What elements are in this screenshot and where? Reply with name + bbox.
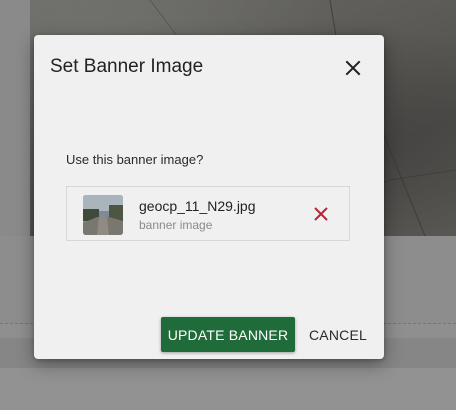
set-banner-dialog: Set Banner Image Use this banner image? …: [34, 35, 384, 359]
remove-icon: [314, 207, 328, 221]
update-banner-button[interactable]: UPDATE BANNER: [161, 317, 295, 352]
file-name: geocp_11_N29.jpg: [139, 198, 256, 214]
confirm-prompt: Use this banner image?: [66, 152, 204, 167]
close-icon: [345, 60, 361, 76]
page-background-left: [0, 0, 30, 236]
page-background-bottom: [0, 368, 456, 410]
file-subtitle: banner image: [139, 218, 213, 232]
file-thumbnail: [83, 195, 123, 235]
cancel-button[interactable]: CANCEL: [304, 317, 372, 352]
selected-file-card: geocp_11_N29.jpg banner image: [66, 186, 350, 241]
close-button[interactable]: [342, 57, 364, 79]
remove-file-button[interactable]: [313, 206, 329, 222]
dialog-title: Set Banner Image: [50, 56, 204, 77]
